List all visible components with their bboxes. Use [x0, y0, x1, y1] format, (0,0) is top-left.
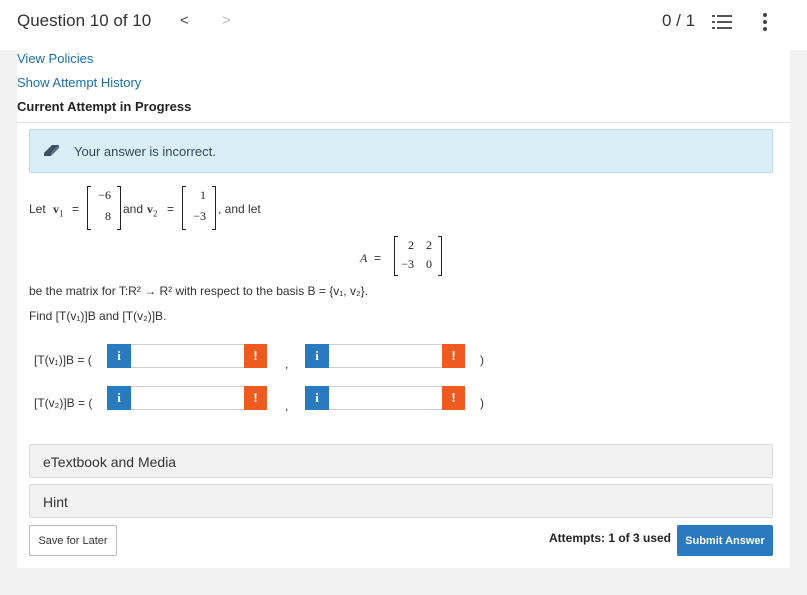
matrix-entry-1-2: 2 [426, 238, 432, 252]
and-let-text: , and let [218, 202, 261, 216]
answer-row-1-label: [T(v₁)]B = ( [34, 353, 92, 367]
error-icon: ! [442, 386, 465, 410]
submit-answer-button[interactable]: Submit Answer [677, 525, 773, 556]
answer-1-2: i ! [305, 344, 465, 368]
more-vertical-icon[interactable] [760, 11, 770, 33]
answer-input-2-2[interactable] [329, 386, 442, 410]
feedback-alert: Your answer is incorrect. [29, 129, 773, 173]
divider [17, 122, 790, 123]
attempts-counter: Attempts: 1 of 3 used [549, 531, 672, 545]
comma: , [285, 399, 289, 413]
matrix-symbol: A [360, 251, 368, 265]
answer-input-1-1[interactable] [131, 344, 244, 368]
matrix-entry-2-1: −3 [401, 257, 414, 271]
answer-2-2: i ! [305, 386, 465, 410]
close-paren: ) [480, 396, 484, 410]
etextbook-label: eTextbook and Media [43, 454, 177, 470]
v1-vector: −6 8 [87, 186, 121, 230]
answer-input-2-1[interactable] [131, 386, 244, 410]
matrix-entry-2-2: 0 [426, 257, 432, 271]
hint-label: Hint [43, 494, 68, 510]
info-icon[interactable]: i [305, 344, 329, 368]
previous-question-button[interactable]: < [180, 12, 189, 29]
eraser-icon [44, 145, 59, 156]
save-for-later-button[interactable]: Save for Later [29, 525, 117, 556]
problem-prompt: Find [T(v₁)]B and [T(v₂)]B. [29, 309, 167, 323]
question-header: Question 10 of 10 < > 0 / 1 [0, 0, 807, 50]
answer-1-1: i ! [107, 344, 267, 368]
equals-sign-2: = [167, 202, 175, 216]
question-content: View Policies Show Attempt History Curre… [17, 50, 790, 568]
matrix-a: 2 2 −3 0 [394, 236, 442, 276]
v2-entry-1: 1 [200, 188, 206, 202]
v2-symbol: v2 [147, 202, 158, 219]
info-icon[interactable]: i [107, 344, 131, 368]
info-icon[interactable]: i [107, 386, 131, 410]
v1-entry-2: 8 [105, 209, 111, 223]
answer-row-2-label: [T(v₂)]B = ( [34, 396, 93, 410]
list-icon[interactable] [712, 13, 732, 31]
answer-2-1: i ! [107, 386, 267, 410]
score-display: 0 / 1 [662, 11, 696, 30]
equals-sign: = [72, 202, 80, 216]
etextbook-panel[interactable]: eTextbook and Media [29, 444, 773, 478]
comma: , [285, 357, 289, 371]
matrix-entry-1-1: 2 [408, 238, 414, 252]
v2-entry-2: −3 [193, 209, 206, 223]
v1-entry-1: −6 [98, 188, 111, 202]
close-paren: ) [480, 353, 484, 367]
let-text: Let [29, 202, 46, 216]
next-question-button[interactable]: > [222, 12, 231, 29]
v1-symbol: v1 [53, 202, 64, 219]
error-icon: ! [244, 386, 267, 410]
and-text: and [123, 202, 144, 216]
alert-message: Your answer is incorrect. [74, 144, 216, 159]
v2-vector: 1 −3 [182, 186, 216, 230]
attempt-status: Current Attempt in Progress [17, 99, 192, 114]
error-icon: ! [442, 344, 465, 368]
error-icon: ! [244, 344, 267, 368]
view-policies-link[interactable]: View Policies [17, 51, 93, 66]
info-icon[interactable]: i [305, 386, 329, 410]
answer-input-1-2[interactable] [329, 344, 442, 368]
hint-panel[interactable]: Hint [29, 484, 773, 518]
question-title: Question 10 of 10 [17, 11, 152, 30]
show-attempt-history-link[interactable]: Show Attempt History [17, 75, 141, 90]
problem-statement: be the matrix for T:R² → R² with respect… [29, 284, 368, 298]
matrix-equals: = [374, 251, 382, 265]
